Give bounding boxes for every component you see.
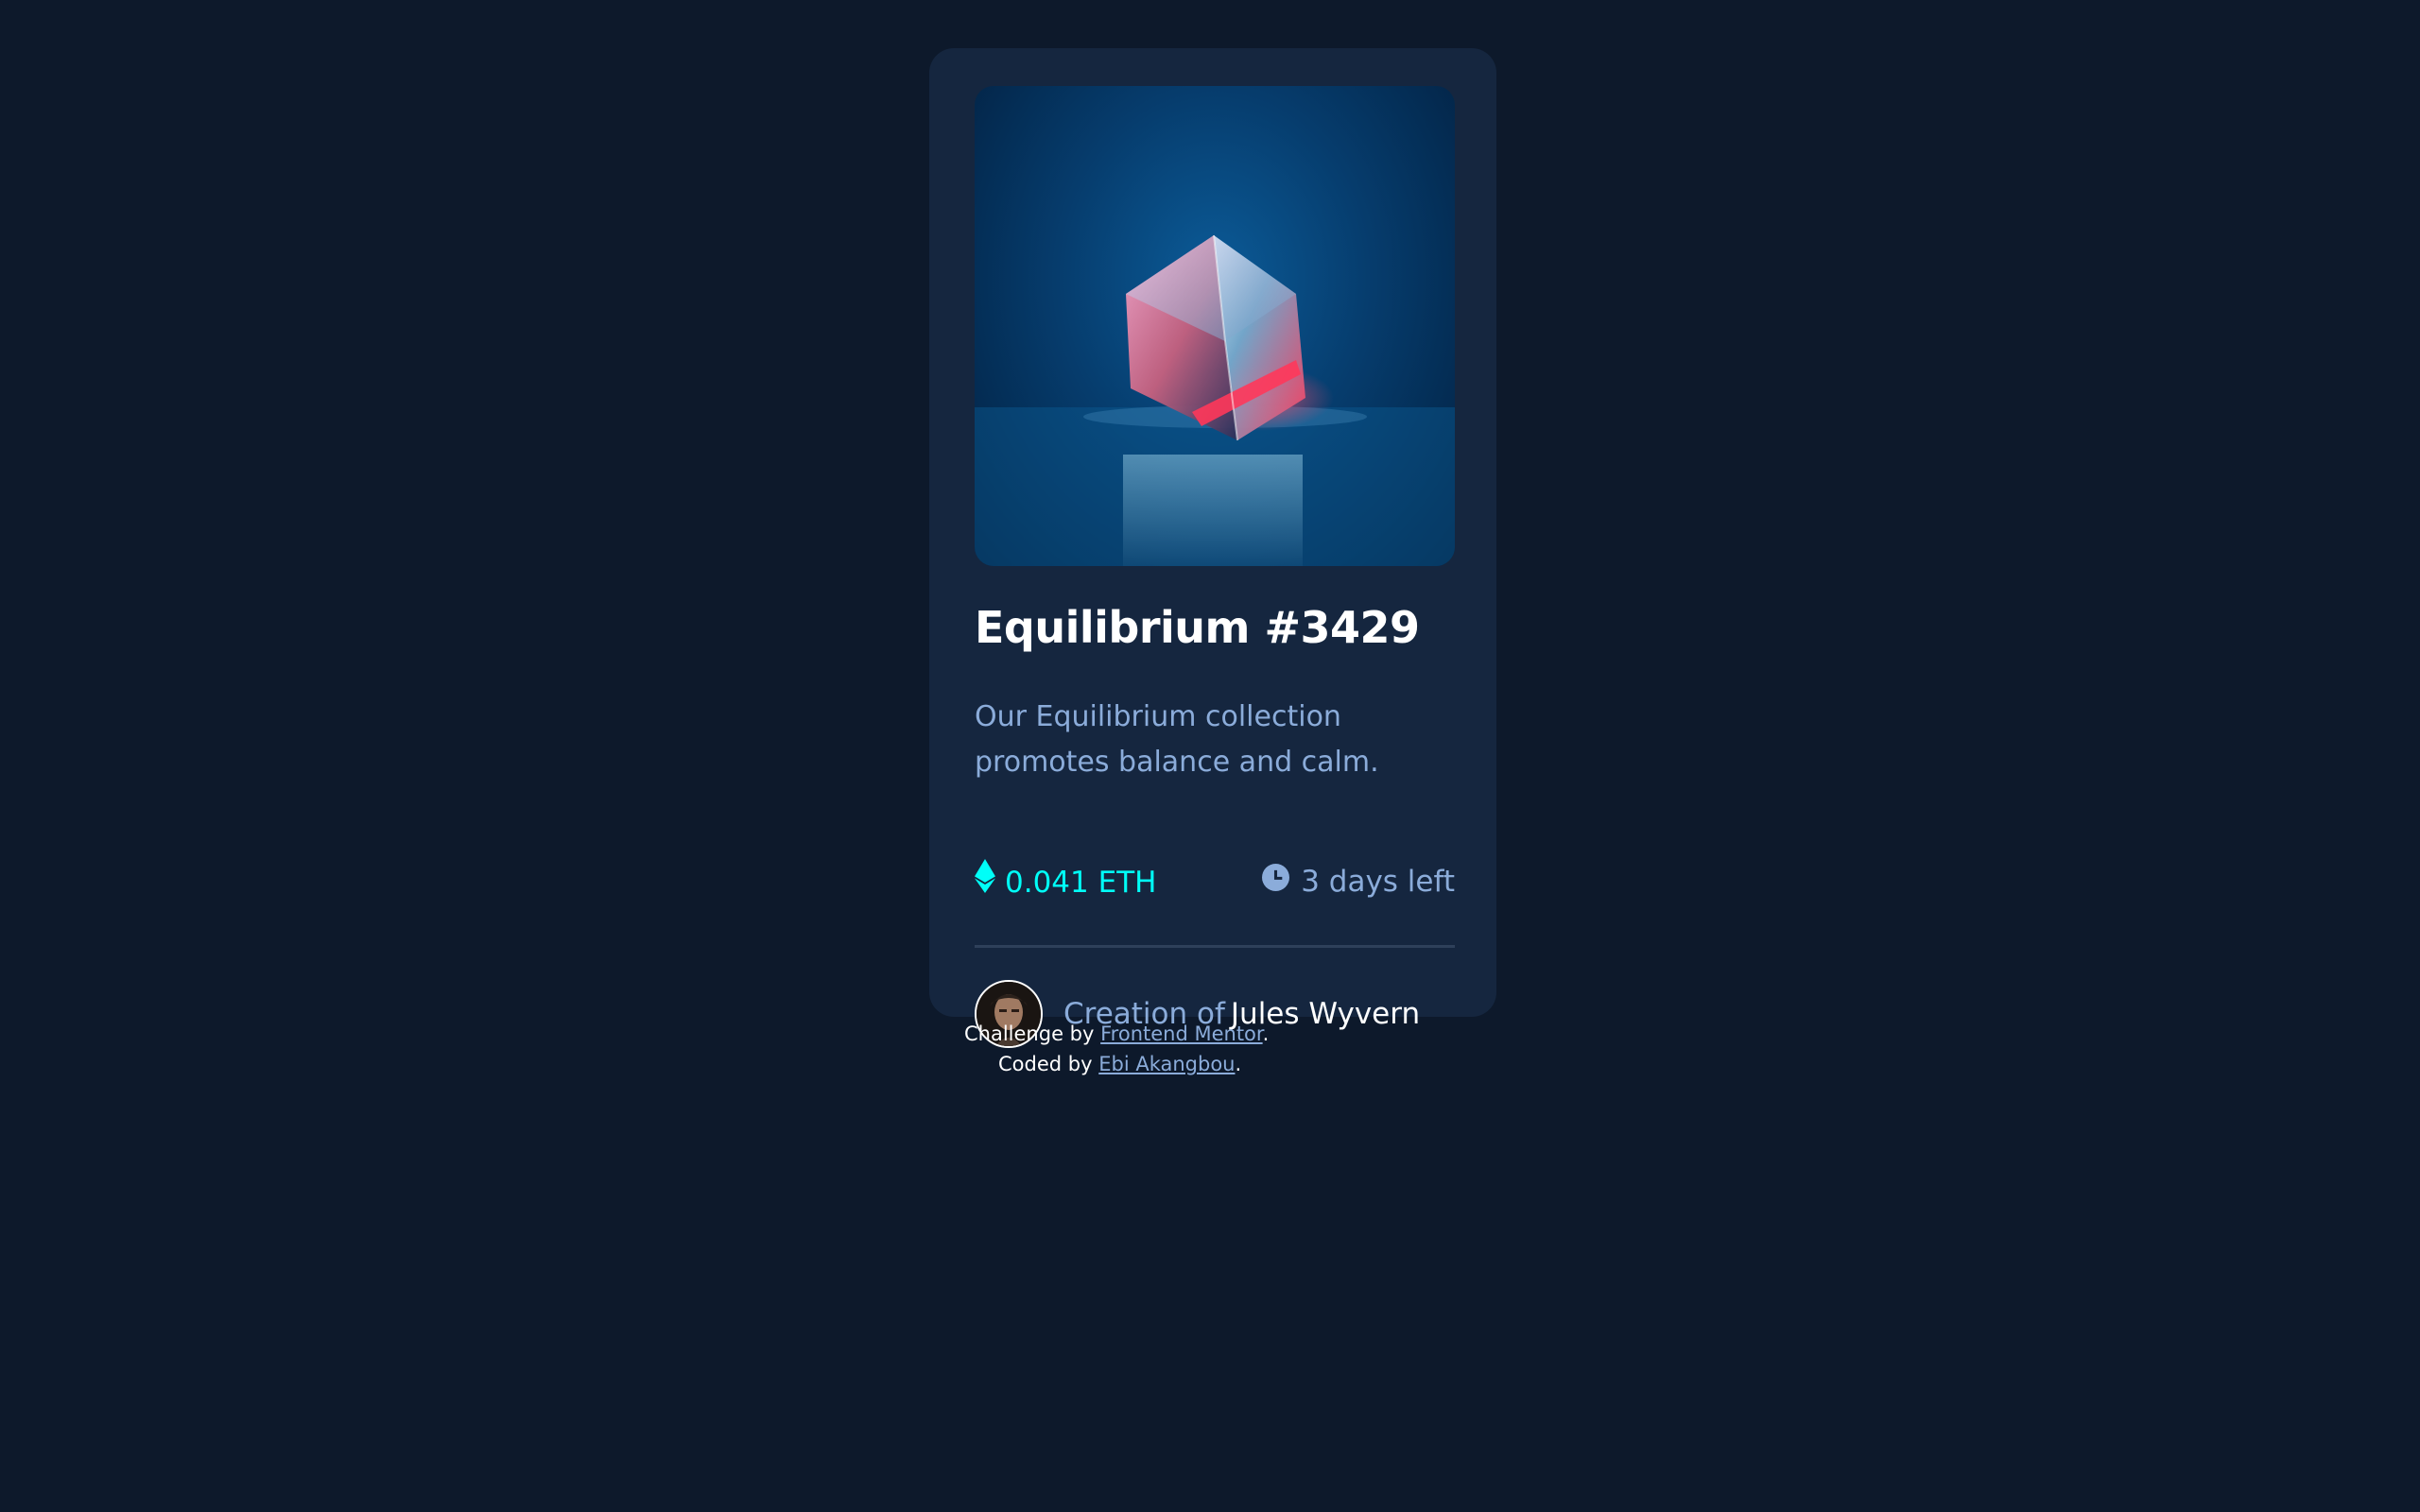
coded-prefix: Coded by	[998, 1053, 1093, 1075]
equilibrium-image[interactable]	[975, 86, 1455, 566]
author-link[interactable]: Ebi Akangbou	[1098, 1053, 1235, 1075]
time-left-info: 3 days left	[1262, 859, 1455, 904]
attribution-coded: Coded by Ebi Akangbou.	[929, 1049, 1496, 1079]
price-info: 0.041 ETH	[975, 859, 1156, 906]
nft-preview-card: Equilibrium #3429 Our Equilibrium collec…	[929, 48, 1496, 1048]
time-left-value: 3 days left	[1301, 865, 1455, 899]
nft-stats: 0.041 ETH 3 days left	[975, 859, 1455, 904]
challenge-prefix: Challenge by	[964, 1022, 1095, 1045]
attribution-challenge: Challenge by Frontend Mentor.	[929, 1019, 1496, 1049]
price-value: 0.041 ETH	[1005, 866, 1157, 900]
frontend-mentor-link[interactable]: Frontend Mentor	[1100, 1022, 1263, 1045]
ethereum-icon	[975, 859, 995, 906]
attribution: Challenge by Frontend Mentor. Coded by E…	[929, 1019, 1496, 1079]
divider	[975, 945, 1455, 948]
coded-suffix: .	[1235, 1053, 1242, 1075]
clock-icon	[1262, 859, 1290, 904]
cube-artwork	[975, 234, 1455, 566]
nft-title[interactable]: Equilibrium #3429	[975, 602, 1420, 653]
nft-description: Our Equilibrium collection promotes bala…	[975, 700, 1379, 779]
challenge-suffix: .	[1262, 1022, 1270, 1045]
